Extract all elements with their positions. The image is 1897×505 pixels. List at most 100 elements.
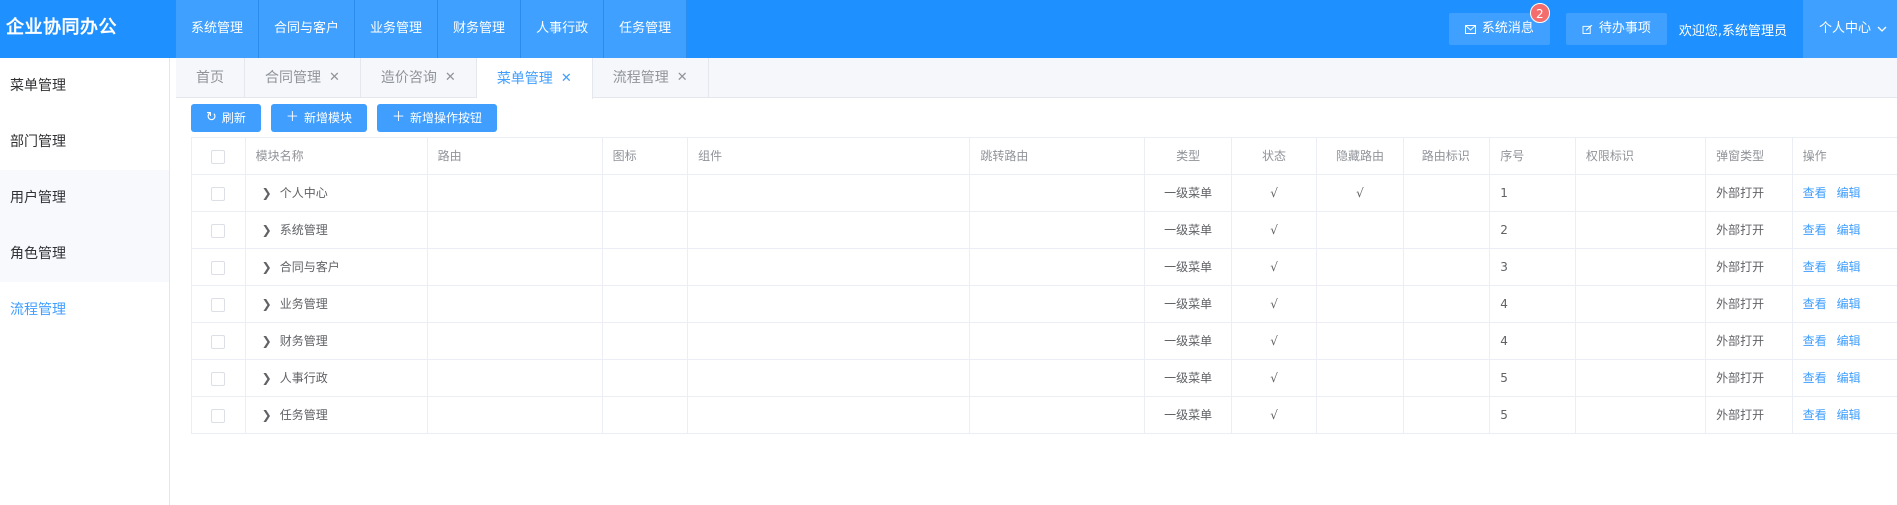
cell-component [688, 249, 971, 286]
cell-hidden: √ [1317, 175, 1404, 212]
table-row: ❯ 任务管理 一级菜单 √ 5 外部打开 查看 编辑 [191, 397, 1897, 434]
topnav-item-system[interactable]: 系统管理 [176, 0, 260, 58]
sidebar-item-user[interactable]: 用户管理 [0, 170, 169, 226]
edit-link[interactable]: 编辑 [1837, 186, 1861, 200]
row-select-cell [191, 249, 246, 286]
edit-link[interactable]: 编辑 [1837, 334, 1861, 348]
tab-contract[interactable]: 合同管理 ✕ [245, 58, 361, 98]
chevron-right-icon[interactable]: ❯ [262, 397, 272, 434]
module-name: 财务管理 [279, 334, 328, 348]
cell-name: ❯ 任务管理 [246, 397, 428, 434]
edit-link[interactable]: 编辑 [1837, 371, 1861, 385]
cell-jump [970, 212, 1146, 249]
add-op-button-label: 新增操作按钮 [409, 111, 482, 125]
cell-seq: 5 [1490, 360, 1576, 397]
cell-hidden [1317, 323, 1404, 360]
sidebar-item-workflow[interactable]: 流程管理 [0, 282, 169, 338]
row-select-cell [191, 175, 246, 212]
select-all-checkbox[interactable] [211, 149, 226, 164]
view-link[interactable]: 查看 [1803, 223, 1827, 237]
add-module-button[interactable]: ＋ 新增模块 [270, 104, 367, 132]
todo-label: 待办事项 [1598, 21, 1651, 36]
tab-menu-management[interactable]: 菜单管理 ✕ [476, 58, 593, 99]
welcome-text: 欢迎您,系统管理员 [1678, 23, 1787, 39]
row-checkbox[interactable] [211, 371, 226, 386]
edit-link[interactable]: 编辑 [1837, 260, 1861, 274]
cell-seq: 5 [1490, 397, 1576, 434]
cell-status: √ [1232, 397, 1318, 434]
close-icon[interactable]: ✕ [445, 58, 456, 98]
close-icon[interactable]: ✕ [561, 59, 572, 99]
cell-status: √ [1232, 249, 1318, 286]
row-checkbox[interactable] [211, 186, 226, 201]
sidebar-item-department[interactable]: 部门管理 [0, 114, 169, 170]
cell-icon [603, 249, 689, 286]
row-checkbox[interactable] [211, 297, 226, 312]
add-op-button-button[interactable]: ＋ 新增操作按钮 [376, 104, 497, 132]
user-menu[interactable]: 个人中心 [1802, 0, 1897, 58]
cell-component [688, 286, 971, 323]
cell-name: ❯ 系统管理 [246, 212, 428, 249]
edit-link[interactable]: 编辑 [1837, 408, 1861, 422]
topnav-item-hr[interactable]: 人事行政 [521, 0, 605, 58]
close-icon[interactable]: ✕ [677, 58, 688, 98]
table-row: ❯ 人事行政 一级菜单 √ 5 外部打开 查看 编辑 [191, 360, 1897, 397]
sidebar-item-menu[interactable]: 菜单管理 [0, 58, 169, 114]
messages-button[interactable]: 系统消息 2 [1448, 3, 1550, 45]
table-row: ❯ 系统管理 一级菜单 √ 2 外部打开 查看 编辑 [191, 212, 1897, 249]
cell-route [428, 397, 603, 434]
cell-route [428, 249, 603, 286]
col-header-perm: 权限标识 [1576, 138, 1707, 175]
view-link[interactable]: 查看 [1803, 371, 1827, 385]
topnav-item-business[interactable]: 业务管理 [355, 0, 439, 58]
chevron-right-icon[interactable]: ❯ [262, 175, 272, 212]
cell-type: 一级菜单 [1145, 249, 1232, 286]
row-checkbox[interactable] [211, 408, 226, 423]
cell-type: 一级菜单 [1145, 175, 1232, 212]
view-link[interactable]: 查看 [1803, 297, 1827, 311]
row-checkbox[interactable] [211, 334, 226, 349]
view-link[interactable]: 查看 [1803, 408, 1827, 422]
menu-table: 模块名称 路由 图标 组件 跳转路由 类型 状态 隐藏路由 路由标识 序号 权限… [191, 137, 1897, 434]
table-row: ❯ 财务管理 一级菜单 √ 4 外部打开 查看 编辑 [191, 323, 1897, 360]
cell-name: ❯ 个人中心 [246, 175, 428, 212]
view-link[interactable]: 查看 [1803, 260, 1827, 274]
cell-jump [970, 397, 1146, 434]
tab-workflow[interactable]: 流程管理 ✕ [593, 58, 709, 98]
header-actions: 系统消息 2 待办事项 欢迎您,系统管理员 个人中心 [1448, 0, 1897, 58]
chevron-right-icon[interactable]: ❯ [262, 323, 272, 360]
view-link[interactable]: 查看 [1803, 186, 1827, 200]
cell-name: ❯ 财务管理 [246, 323, 428, 360]
cell-ops: 查看 编辑 [1793, 175, 1897, 212]
view-link[interactable]: 查看 [1803, 334, 1827, 348]
topnav-item-finance[interactable]: 财务管理 [438, 0, 522, 58]
refresh-button[interactable]: ↻ 刷新 [191, 104, 261, 132]
chevron-right-icon[interactable]: ❯ [262, 249, 272, 286]
sidebar-item-role[interactable]: 角色管理 [0, 226, 169, 282]
cell-perm [1576, 323, 1707, 360]
close-icon[interactable]: ✕ [329, 58, 340, 98]
todo-button[interactable]: 待办事项 [1565, 13, 1667, 45]
cell-name: ❯ 合同与客户 [246, 249, 428, 286]
col-header-route: 路由 [428, 138, 603, 175]
edit-link[interactable]: 编辑 [1837, 297, 1861, 311]
cell-ops: 查看 编辑 [1793, 323, 1897, 360]
sidebar: 菜单管理 部门管理 用户管理 角色管理 流程管理 [0, 58, 170, 505]
col-header-popup: 弹窗类型 [1706, 138, 1793, 175]
row-checkbox[interactable] [211, 223, 226, 238]
cell-status: √ [1232, 286, 1318, 323]
row-checkbox[interactable] [211, 260, 226, 275]
cell-route [428, 286, 603, 323]
tab-cost-consulting[interactable]: 造价咨询 ✕ [361, 58, 477, 98]
topnav-item-contract[interactable]: 合同与客户 [259, 0, 356, 58]
chevron-right-icon[interactable]: ❯ [262, 360, 272, 397]
chevron-right-icon[interactable]: ❯ [262, 286, 272, 323]
chevron-right-icon[interactable]: ❯ [262, 212, 272, 249]
edit-link[interactable]: 编辑 [1837, 223, 1861, 237]
tab-home[interactable]: 首页 [176, 58, 245, 98]
cell-perm [1576, 249, 1707, 286]
col-header-icon: 图标 [603, 138, 689, 175]
col-header-jump: 跳转路由 [970, 138, 1146, 175]
topnav-item-task[interactable]: 任务管理 [604, 0, 688, 58]
cell-jump [970, 286, 1146, 323]
